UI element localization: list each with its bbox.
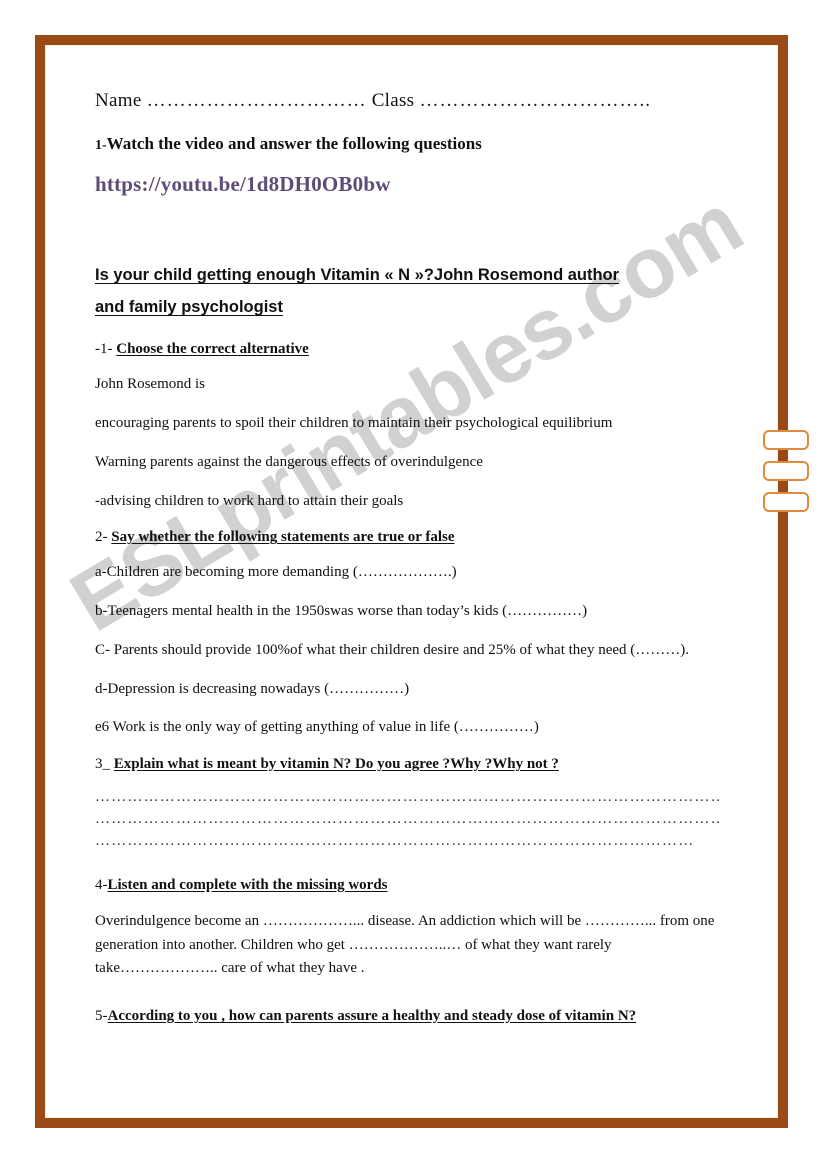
task-mc-stem: John Rosemond is xyxy=(95,376,206,393)
task5-number: 5- xyxy=(95,1008,108,1025)
task-mc-options: encouraging parents to spoil their child… xyxy=(95,413,809,513)
task1-instruction: 1-Watch the video and answer the followi… xyxy=(95,134,720,154)
worksheet-content: Name …………………………… Class …………………………….. 1-W… xyxy=(95,90,809,1041)
task1-text: Watch the video and answer the following… xyxy=(106,134,482,153)
task3-number: 3_ xyxy=(95,756,114,773)
name-label: Name xyxy=(95,90,142,111)
checkbox-option-3[interactable] xyxy=(763,492,809,513)
task3-heading-text: Explain what is meant by vitamin N? Do y… xyxy=(113,756,559,773)
article-title-line1: Is your child getting enough Vitamin « N… xyxy=(95,266,620,284)
tf-statement[interactable]: C- Parents should provide 100%of what th… xyxy=(95,640,720,662)
name-blank[interactable]: …………………………… xyxy=(147,90,367,111)
tf-statement[interactable]: a-Children are becoming more demanding (… xyxy=(95,562,720,584)
task5-heading-text: According to you , how can parents assur… xyxy=(107,1008,637,1025)
checkbox-option-2[interactable] xyxy=(763,461,809,482)
checkbox-option-1[interactable] xyxy=(763,430,809,451)
answer-line[interactable]: …………………………………………………………………………………………………………… xyxy=(95,789,720,811)
answer-line[interactable]: …………………………………………………………………………………………………………… xyxy=(95,833,695,855)
task-mc-heading-text: Choose the correct alternative xyxy=(116,341,309,358)
name-class-line: Name …………………………… Class …………………………….. xyxy=(95,90,720,112)
task-tf-heading-text: Say whether the following statements are… xyxy=(111,529,455,546)
task-tf-number: 2- xyxy=(95,529,112,546)
task3-heading: 3_ Explain what is meant by vitamin N? D… xyxy=(95,756,720,773)
task5-heading: 5-According to you , how can parents ass… xyxy=(95,1008,720,1025)
task-tf-heading: 2- Say whether the following statements … xyxy=(95,529,720,546)
tf-statement[interactable]: e6 Work is the only way of getting anyth… xyxy=(95,717,720,739)
tf-statement[interactable]: d-Depression is decreasing nowadays (………… xyxy=(95,679,720,701)
task-mc-heading: -1- Choose the correct alternative xyxy=(95,341,720,358)
worksheet-page: ESLprintables.com Name …………………………… Class… xyxy=(0,0,821,1161)
task4-cloze-paragraph[interactable]: Overindulgence become an ………………... disea… xyxy=(95,910,720,981)
class-label: Class xyxy=(371,90,415,111)
mc-option-row[interactable]: -advising children to work hard to attai… xyxy=(95,491,720,513)
task3-answer-area[interactable]: …………………………………………………………………………………………………………… xyxy=(95,789,720,855)
answer-line[interactable]: …………………………………………………………………………………………………………… xyxy=(95,811,720,833)
class-blank[interactable]: …………………………….. xyxy=(419,90,651,111)
task4-number: 4- xyxy=(95,877,108,894)
mc-option-row[interactable]: encouraging parents to spoil their child… xyxy=(95,413,720,435)
task4-heading-text: Listen and complete with the missing wor… xyxy=(107,877,388,894)
article-title-line2: and family psychologist xyxy=(95,298,283,317)
task4-heading: 4-Listen and complete with the missing w… xyxy=(95,877,720,894)
task1-number: 1- xyxy=(95,138,107,153)
tf-statement[interactable]: b-Teenagers mental health in the 1950swa… xyxy=(95,601,720,623)
article-title: Is your child getting enough Vitamin « N… xyxy=(95,259,713,323)
checkbox-column xyxy=(763,430,815,523)
mc-option-row[interactable]: Warning parents against the dangerous ef… xyxy=(95,452,720,474)
task-mc-number: -1- xyxy=(95,341,117,358)
video-url-link[interactable]: https://youtu.be/1d8DH0OB0bw xyxy=(95,172,720,197)
